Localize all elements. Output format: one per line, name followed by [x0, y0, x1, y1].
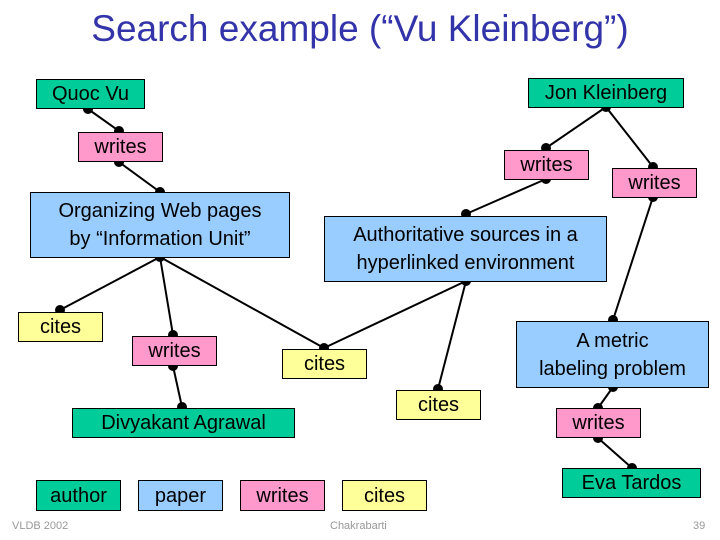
edge-webpages-writesda [159, 256, 174, 336]
node-writes-quoc-vu[interactable]: writes [78, 132, 163, 162]
node-writes-divyakant[interactable]: writes [132, 336, 217, 366]
legend-label: cites [363, 484, 406, 507]
node-label: Quoc Vu [51, 83, 130, 105]
node-label: writes [572, 412, 625, 434]
node-label: cites [417, 394, 460, 416]
node-label-line2: by “Information Unit” [69, 228, 251, 250]
legend-cites: cites [342, 480, 427, 511]
node-author-jon-kleinberg[interactable]: Jon Kleinberg [528, 78, 684, 108]
legend-label: author [50, 484, 107, 507]
node-paper-metric-labeling[interactable]: A metric labeling problem [516, 321, 709, 388]
node-author-divyakant-agrawal[interactable]: Divyakant Agrawal [72, 408, 295, 438]
footer-conference: VLDB 2002 [12, 520, 69, 532]
node-label: Divyakant Agrawal [101, 412, 266, 434]
node-paper-organizing-web-pages[interactable]: Organizing Web pages by “Information Uni… [30, 192, 290, 258]
node-label: writes [520, 154, 573, 176]
node-label-line1: A metric [576, 329, 649, 352]
page-number: 39 [693, 520, 706, 532]
legend-writes: writes [240, 480, 325, 511]
node-label: cites [303, 353, 346, 375]
node-label: writes [628, 172, 681, 194]
edge-writesda-divyakant [172, 365, 183, 408]
node-label-line1: Authoritative sources in a [353, 224, 578, 246]
node-paper-authoritative-sources[interactable]: Authoritative sources in a hyperlinked e… [324, 216, 607, 282]
node-label-line2: hyperlinked environment [356, 252, 575, 274]
legend-label: paper [154, 484, 207, 507]
edge-citesmid-authoritative [323, 280, 467, 349]
node-cites-right[interactable]: cites [396, 390, 481, 420]
node-label: Jon Kleinberg [544, 82, 668, 104]
edge-quocvu-writes [87, 108, 120, 132]
node-label-line2: labeling problem [539, 357, 686, 380]
node-label: Eva Tardos [581, 472, 682, 494]
edge-webpages-citesmid [159, 256, 325, 349]
edge-writeset-evatardos [597, 437, 633, 469]
node-writes-kleinberg-2[interactable]: writes [612, 168, 697, 198]
node-label-line1: Organizing Web pages [58, 200, 262, 222]
node-label: cites [39, 316, 82, 338]
edge-authoritative-citesright [437, 280, 467, 390]
edge-kleinberg-writes1 [545, 106, 607, 149]
node-label: writes [148, 340, 201, 362]
node-cites-left[interactable]: cites [18, 312, 103, 342]
legend-author: author [36, 480, 121, 511]
node-label: writes [94, 136, 147, 158]
node-cites-middle[interactable]: cites [282, 349, 367, 379]
node-author-quoc-vu[interactable]: Quoc Vu [36, 79, 145, 109]
node-writes-eva-tardos[interactable]: writes [556, 408, 641, 438]
node-writes-kleinberg-1[interactable]: writes [504, 150, 589, 180]
node-author-eva-tardos[interactable]: Eva Tardos [562, 468, 701, 498]
edge-writes-webpages [118, 161, 161, 193]
edge-kleinberg-writes2 [605, 106, 654, 168]
legend-label: writes [256, 484, 309, 507]
edge-webpages-citesleft [59, 256, 161, 311]
edge-writes1-authoritative [465, 178, 547, 215]
footer-author: Chakrabarti [330, 520, 387, 532]
legend-paper: paper [138, 480, 223, 511]
edge-writes2-metric [612, 196, 654, 321]
